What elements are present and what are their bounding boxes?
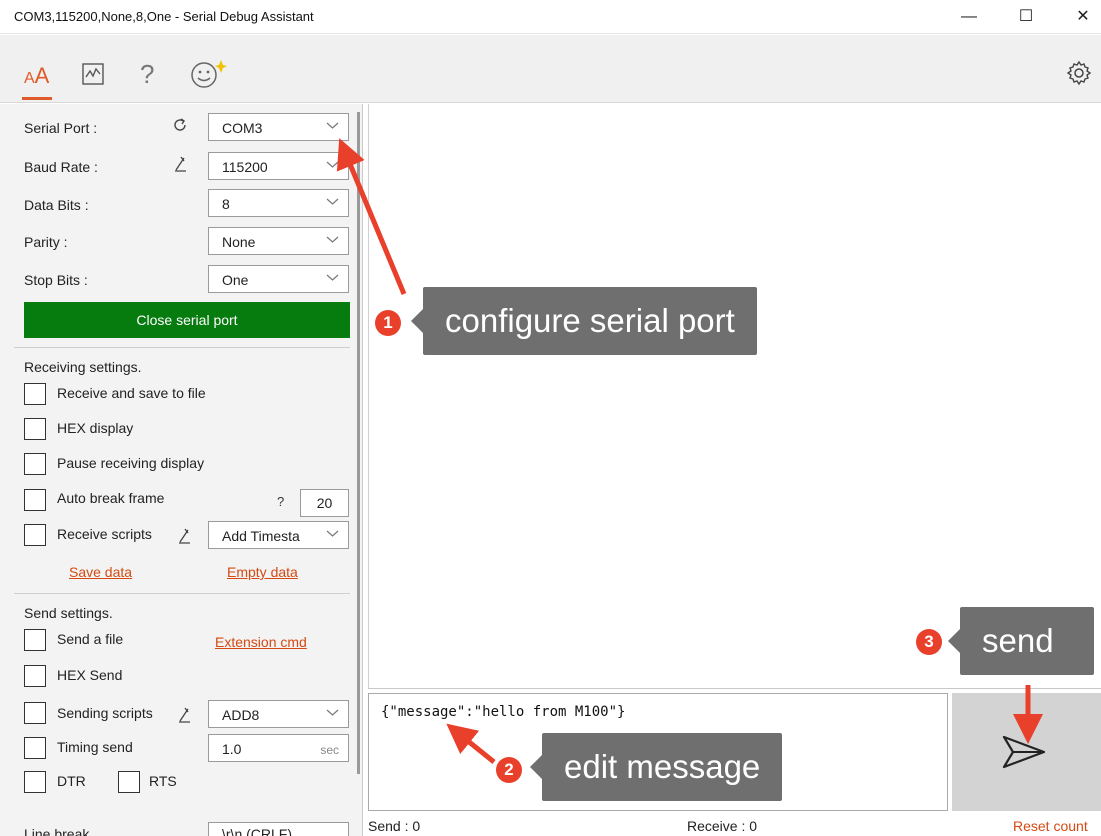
chevron-down-icon <box>326 236 339 243</box>
chevron-down-icon <box>326 122 339 129</box>
sending-script-value: ADD8 <box>222 707 260 723</box>
parity-value: None <box>222 234 256 250</box>
rts-label: RTS <box>149 773 177 789</box>
divider <box>14 347 350 348</box>
chevron-down-icon <box>326 530 339 537</box>
timing-value: 1.0 <box>222 741 242 757</box>
active-tab-indicator <box>22 97 52 100</box>
send-count: Send : 0 <box>368 818 421 834</box>
pause-display-label: Pause receiving display <box>57 455 205 471</box>
line-break-select[interactable]: \r\n (CRLF) <box>208 822 349 836</box>
line-break-value: \r\n (CRLF) <box>222 826 292 836</box>
stop-bits-value: One <box>222 272 249 288</box>
edit-pen-icon[interactable] <box>176 706 192 728</box>
edit-pen-icon[interactable] <box>176 527 192 549</box>
stop-bits-select[interactable]: One <box>208 265 349 293</box>
close-window-button[interactable]: ✕ <box>1060 0 1101 34</box>
smiley-icon[interactable] <box>190 59 228 88</box>
step-1-badge: 1 <box>375 310 401 336</box>
receive-scripts-checkbox[interactable] <box>24 524 46 546</box>
dtr-checkbox[interactable] <box>24 771 46 793</box>
step-3-badge: 3 <box>916 629 942 655</box>
timing-unit: sec <box>320 743 339 757</box>
chevron-down-icon <box>326 709 339 716</box>
pause-display-checkbox[interactable] <box>24 453 46 475</box>
stop-bits-label: Stop Bits : <box>24 272 88 288</box>
timing-send-checkbox[interactable] <box>24 737 46 759</box>
sending-scripts-label: Sending scripts <box>57 705 153 721</box>
parity-label: Parity : <box>24 234 68 250</box>
refresh-icon[interactable] <box>172 117 188 137</box>
font-tab-icon[interactable]: AA <box>24 63 49 91</box>
chevron-down-icon <box>326 274 339 281</box>
send-settings-title: Send settings. <box>24 605 113 621</box>
data-bits-select[interactable]: 8 <box>208 189 349 217</box>
title-bar: COM3,115200,None,8,One - Serial Debug As… <box>0 0 1101 34</box>
receive-area-border <box>368 688 1101 689</box>
help-icon[interactable]: ? <box>140 59 154 89</box>
chevron-down-icon <box>326 161 339 168</box>
settings-scrollbar[interactable] <box>357 112 360 774</box>
line-break-label: Line break <box>24 826 90 836</box>
auto-break-help[interactable]: ? <box>277 494 284 509</box>
divider <box>14 593 350 594</box>
extension-cmd-link[interactable]: Extension cmd <box>215 634 307 650</box>
sending-scripts-checkbox[interactable] <box>24 702 46 724</box>
hex-display-checkbox[interactable] <box>24 418 46 440</box>
receive-count: Receive : 0 <box>687 818 758 834</box>
timing-send-label: Timing send <box>57 739 133 755</box>
auto-break-timeout-input[interactable]: 20 <box>300 489 349 517</box>
send-file-label: Send a file <box>57 631 124 647</box>
close-serial-port-button[interactable]: Close serial port <box>24 302 350 338</box>
send-file-checkbox[interactable] <box>24 629 46 651</box>
sending-script-select[interactable]: ADD8 <box>208 700 349 728</box>
serial-port-select[interactable]: COM3 <box>208 113 349 141</box>
receive-script-select[interactable]: Add Timesta <box>208 521 349 549</box>
save-data-link[interactable]: Save data <box>69 564 132 580</box>
dtr-label: DTR <box>57 773 86 789</box>
send-icon <box>1002 735 1046 769</box>
auto-break-checkbox[interactable] <box>24 489 46 511</box>
receive-scripts-label: Receive scripts <box>57 526 152 542</box>
receiving-settings-title: Receiving settings. <box>24 359 142 375</box>
minimize-button[interactable]: — <box>946 0 992 34</box>
hex-send-checkbox[interactable] <box>24 665 46 687</box>
step-2-badge: 2 <box>496 757 522 783</box>
rts-checkbox[interactable] <box>118 771 140 793</box>
baud-rate-label: Baud Rate : <box>24 159 98 175</box>
parity-select[interactable]: None <box>208 227 349 255</box>
hex-send-label: HEX Send <box>57 667 123 683</box>
step-3-callout: send <box>948 607 1094 675</box>
data-bits-label: Data Bits : <box>24 197 89 213</box>
serial-port-value: COM3 <box>222 120 263 136</box>
hex-display-label: HEX display <box>57 420 134 436</box>
receive-save-file-label: Receive and save to file <box>57 385 206 401</box>
edit-pen-icon[interactable] <box>172 155 188 177</box>
reset-count-link[interactable]: Reset count <box>1013 818 1088 834</box>
data-bits-value: 8 <box>222 196 230 212</box>
baud-rate-select[interactable]: 115200 <box>208 152 349 180</box>
send-button[interactable] <box>952 693 1101 811</box>
status-bar: Send : 0 Receive : 0 Reset count <box>363 812 1101 836</box>
timing-interval-input[interactable]: 1.0 sec <box>208 734 349 762</box>
step-2-callout: edit message <box>529 733 783 801</box>
window-title: COM3,115200,None,8,One - Serial Debug As… <box>14 9 314 24</box>
receive-save-file-checkbox[interactable] <box>24 383 46 405</box>
receive-script-value: Add Timesta <box>222 528 300 544</box>
auto-break-label: Auto break frame <box>57 490 165 506</box>
baud-rate-value: 115200 <box>222 159 268 175</box>
toolbar: AA ? <box>0 35 1101 103</box>
chevron-down-icon <box>326 198 339 205</box>
serial-port-label: Serial Port : <box>24 120 98 136</box>
receive-area[interactable] <box>368 104 1101 688</box>
empty-data-link[interactable]: Empty data <box>227 564 298 580</box>
gear-icon[interactable] <box>1066 60 1092 88</box>
chart-icon[interactable] <box>81 62 105 90</box>
send-message-text: {"message":"hello from M100"} <box>381 704 626 720</box>
step-1-callout: configure serial port <box>411 287 757 355</box>
maximize-button[interactable]: ☐ <box>1003 0 1049 34</box>
